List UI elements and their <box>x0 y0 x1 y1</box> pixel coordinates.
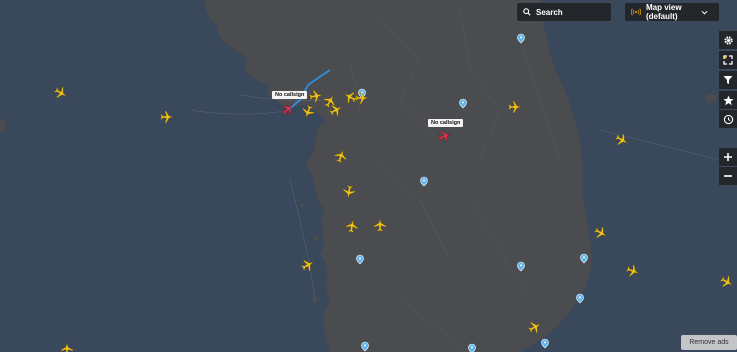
fullscreen-button[interactable] <box>719 51 737 69</box>
remove-ads-button[interactable]: Remove ads <box>681 335 737 350</box>
map-view-label: Map view (default) <box>646 3 682 21</box>
filter-button[interactable] <box>719 71 737 89</box>
map-view-dropdown[interactable]: Map view (default) <box>625 3 719 21</box>
fullscreen-icon <box>723 55 733 65</box>
zoom-out-button[interactable] <box>719 167 737 185</box>
map-canvas[interactable] <box>0 0 737 352</box>
zoom-in-button[interactable] <box>719 148 737 166</box>
playback-icon <box>723 114 734 125</box>
remove-ads-label: Remove ads <box>689 339 729 346</box>
gear-icon <box>723 35 734 46</box>
playback-button[interactable] <box>719 110 737 128</box>
search-box[interactable]: Search <box>517 3 611 21</box>
plus-icon <box>723 152 733 162</box>
callsign-label[interactable]: No callsign <box>272 91 308 99</box>
star-icon <box>722 94 734 106</box>
chevron-down-icon <box>695 10 713 15</box>
callsign-label[interactable]: No callsign <box>428 119 464 127</box>
favorites-button[interactable] <box>719 91 737 109</box>
minus-icon <box>723 171 733 181</box>
filter-icon <box>723 75 733 85</box>
broadcast-icon <box>625 8 646 16</box>
search-label: Search <box>536 7 563 17</box>
settings-button[interactable] <box>719 31 737 49</box>
search-icon <box>517 8 536 16</box>
